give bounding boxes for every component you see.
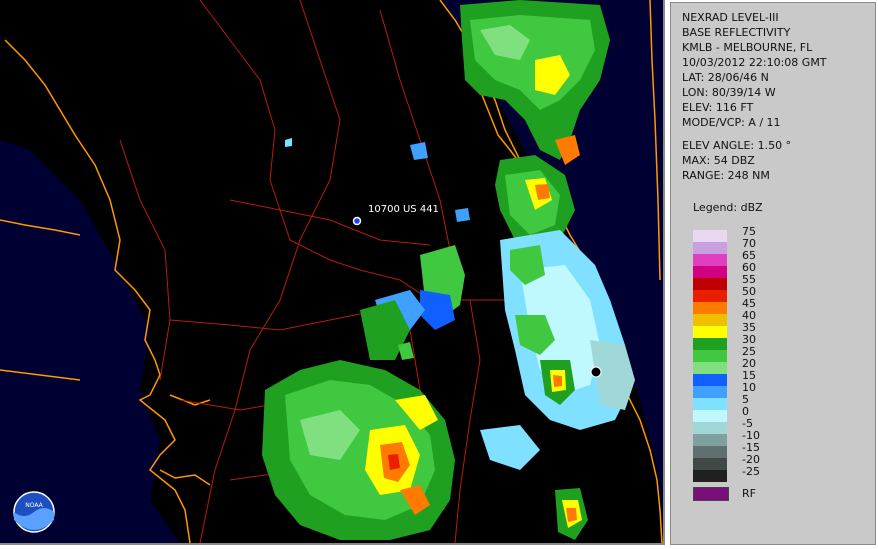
legend-label: 30 <box>742 333 756 346</box>
legend-label: 60 <box>742 261 756 274</box>
legend-label: 55 <box>742 273 756 286</box>
legend-label: -25 <box>742 465 760 478</box>
legend-label: -20 <box>742 453 760 466</box>
legend-label: 45 <box>742 297 756 310</box>
legend-label: 40 <box>742 309 756 322</box>
legend-swatch <box>693 290 727 302</box>
noaa-logo: NOAA <box>13 491 55 533</box>
legend-swatch <box>693 266 727 278</box>
station-longitude: LON: 80/39/14 W <box>682 86 776 99</box>
legend-swatch <box>693 350 727 362</box>
max-reflectivity: MAX: 54 DBZ <box>682 154 755 167</box>
product-title: NEXRAD LEVEL-III <box>682 11 779 24</box>
mode-vcp: MODE/VCP: A / 11 <box>682 116 781 129</box>
legend-label: 70 <box>742 237 756 250</box>
legend-swatch <box>693 362 727 374</box>
legend-swatch <box>693 422 727 434</box>
legend-swatch <box>693 314 727 326</box>
legend-swatch <box>693 386 727 398</box>
legend-swatch <box>693 338 727 350</box>
legend-label: -10 <box>742 429 760 442</box>
legend-title: Legend: dBZ <box>693 201 763 214</box>
legend-swatch <box>693 374 727 386</box>
legend-swatch <box>693 410 727 422</box>
scan-datetime: 10/03/2012 22:10:08 GMT <box>682 56 827 69</box>
legend-swatch <box>693 302 727 314</box>
legend-swatch <box>693 242 727 254</box>
legend-label: 35 <box>742 321 756 334</box>
noaa-logo-text: NOAA <box>25 502 43 509</box>
station-latitude: LAT: 28/06/46 N <box>682 71 769 84</box>
location-label: 10700 US 441 <box>368 204 439 215</box>
legend-label: 5 <box>742 393 749 406</box>
station-name: KMLB - MELBOURNE, FL <box>682 41 813 54</box>
legend-swatch <box>693 254 727 266</box>
legend-label: 10 <box>742 381 756 394</box>
location-marker[interactable] <box>352 216 362 226</box>
elevation-angle: ELEV ANGLE: 1.50 ° <box>682 139 792 152</box>
legend-label: 0 <box>742 405 749 418</box>
legend-label: 15 <box>742 369 756 382</box>
legend-label: 75 <box>742 225 756 238</box>
legend-swatch <box>693 326 727 338</box>
legend-swatch <box>693 278 727 290</box>
rf-swatch <box>693 487 729 501</box>
info-panel: NEXRAD LEVEL-III BASE REFLECTIVITY KMLB … <box>670 2 876 545</box>
radar-range: RANGE: 248 NM <box>682 169 770 182</box>
station-elevation: ELEV: 116 FT <box>682 101 754 114</box>
legend-label: 25 <box>742 345 756 358</box>
legend-swatch <box>693 446 727 458</box>
legend-swatch <box>693 434 727 446</box>
legend-swatch <box>693 230 727 242</box>
legend-label: -15 <box>742 441 760 454</box>
radar-site-marker[interactable] <box>590 366 602 378</box>
legend-swatch <box>693 458 727 470</box>
legend-label: 50 <box>742 285 756 298</box>
radar-map[interactable]: 10700 US 441 NOAA <box>0 0 665 545</box>
legend-label: 20 <box>742 357 756 370</box>
legend-swatch <box>693 398 727 410</box>
product-name: BASE REFLECTIVITY <box>682 26 791 39</box>
rf-label: RF <box>742 487 756 500</box>
legend-label: 65 <box>742 249 756 262</box>
legend-swatch <box>693 470 727 482</box>
legend-label: -5 <box>742 417 753 430</box>
